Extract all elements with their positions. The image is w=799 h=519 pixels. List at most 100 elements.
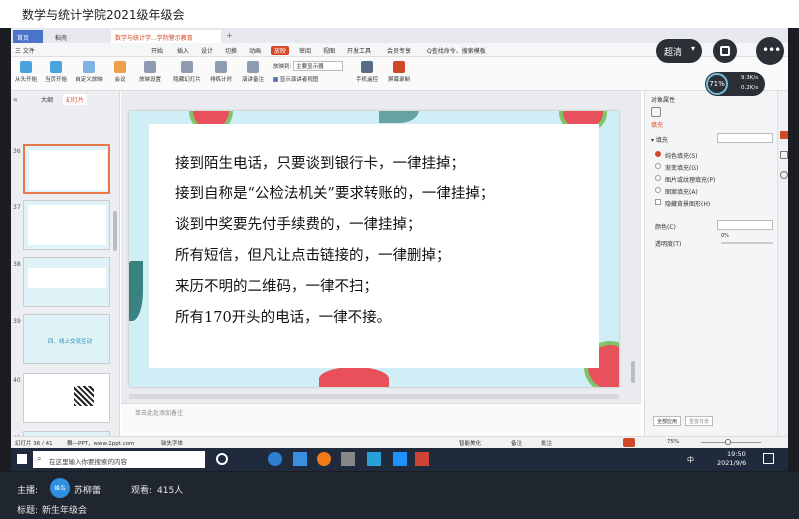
missing-font[interactable]: 缺失字体 [161, 439, 183, 447]
horizontal-scrollbar[interactable] [129, 394, 619, 399]
menu-view[interactable]: 视图 [323, 46, 335, 55]
menu-design[interactable]: 设计 [201, 46, 213, 55]
edge-icon[interactable] [268, 452, 282, 466]
custom-show-button[interactable]: 自定义放映 [73, 61, 105, 83]
fill-dropdown[interactable] [717, 133, 773, 143]
tab-document[interactable]: 数学与统计学...学院警示教育 [111, 30, 221, 43]
slide-thumb-38[interactable] [23, 257, 110, 307]
radio-picture[interactable] [655, 175, 661, 181]
app-icon[interactable] [393, 452, 407, 466]
add-tab-icon[interactable]: + [226, 31, 233, 40]
monitor-select[interactable]: 放映到: 主要显示器 [273, 61, 344, 71]
thumb-number: 38 [13, 261, 21, 268]
hide-slide-button[interactable]: 隐藏幻灯片 [169, 61, 205, 83]
record-icon [393, 61, 405, 73]
tab-home[interactable]: 首页 [13, 30, 43, 43]
rehearse-button[interactable]: 排练计时 [207, 61, 235, 83]
slide-thumb-36[interactable] [23, 144, 110, 194]
menu-insert[interactable]: 插入 [177, 46, 189, 55]
collapse-icon[interactable]: « [13, 95, 18, 104]
comment-button[interactable]: 批注 [541, 439, 552, 447]
monitor-label: 放映到: [273, 64, 292, 70]
ribbon-label: 会议 [114, 77, 126, 83]
transparency-slider[interactable] [721, 242, 773, 244]
speaker-notes-button[interactable]: 演讲备注 [239, 61, 267, 83]
menu-animation[interactable]: 动画 [249, 46, 261, 55]
tab-fill[interactable]: 填充 [651, 120, 663, 129]
host-name: 苏柳蕾 [74, 486, 102, 496]
vertical-scrollbar[interactable] [631, 361, 635, 383]
menu-devtools[interactable]: 开发工具 [347, 46, 371, 55]
clock-time: 19:50 [727, 450, 746, 458]
slide-thumb-37[interactable] [23, 200, 110, 250]
wps-taskbar-icon[interactable] [415, 452, 429, 466]
radio-solid[interactable] [655, 151, 661, 157]
property-icon[interactable] [780, 131, 788, 139]
menu-start[interactable]: 开始 [151, 46, 163, 55]
start-current-button[interactable]: 当页开始 [43, 61, 69, 83]
windows-start-icon[interactable] [17, 454, 27, 464]
slide-thumb-40[interactable] [23, 373, 110, 423]
more-button[interactable]: ••• [756, 37, 784, 65]
leaf-icon [129, 261, 143, 321]
host-avatar[interactable]: 蜂鸟 [50, 478, 70, 498]
menu-slideshow[interactable]: 放映 [271, 46, 290, 55]
show-settings-button[interactable]: 放映设置 [135, 61, 165, 83]
presenter-view-checkbox[interactable]: 显示演讲者视图 [273, 75, 318, 83]
zoom-handle[interactable] [725, 439, 731, 445]
app-icon[interactable] [367, 452, 381, 466]
fill-section[interactable]: ▾ 填充 [651, 135, 668, 144]
quality-button[interactable]: 超清 ▾ [656, 39, 702, 63]
app-icon[interactable] [293, 452, 307, 466]
topic-text: 新生年级会 [42, 506, 88, 516]
option-label: 渐变填充(G) [665, 165, 699, 172]
play-icon [20, 61, 32, 73]
slide-text-box[interactable]: 接到陌生电话，只要谈到银行卡，一律挂掉； 接到自称是“公检法机关”要求转账的，一… [149, 124, 599, 368]
search-box[interactable]: ⌕ 在这里输入你要搜索的内容 [33, 451, 205, 468]
thumb-number: 37 [13, 204, 21, 211]
chevron-down-icon: ▾ [690, 44, 695, 53]
play-slideshow-icon[interactable] [623, 438, 635, 447]
screenshot-button[interactable] [713, 39, 737, 63]
thumb-scrollbar[interactable] [113, 211, 117, 251]
cortana-icon[interactable] [216, 453, 228, 465]
notification-icon[interactable] [763, 453, 774, 464]
menu-review[interactable]: 审阅 [299, 46, 311, 55]
app-icon[interactable] [317, 452, 331, 466]
zoom-slider[interactable] [701, 442, 761, 443]
tab-docer[interactable]: 稻壳 [51, 30, 71, 43]
slide-line: 谈到中奖要先付手续费的，一律挂掉； [175, 217, 422, 233]
radio-pattern[interactable] [655, 187, 661, 193]
help-icon[interactable] [780, 171, 788, 179]
app-icon[interactable] [341, 452, 355, 466]
apply-all-button[interactable]: 全部应用 [653, 416, 681, 426]
tab-slides[interactable]: 幻灯片 [63, 94, 88, 105]
screen-record-button[interactable]: 屏幕录制 [385, 61, 413, 83]
meeting-button[interactable]: 会议 [109, 61, 131, 83]
reset-bg-button[interactable]: 重置背景 [685, 416, 713, 426]
ime-indicator[interactable]: 中 [687, 455, 694, 465]
beautify-button[interactable]: 智能美化 [459, 439, 481, 447]
hide-bg-checkbox[interactable] [655, 199, 661, 205]
notes-button[interactable]: 备注 [511, 439, 522, 447]
color-picker[interactable] [717, 220, 773, 230]
menu-member[interactable]: 会员专享 [387, 46, 411, 55]
ribbon-label: 从头开始 [14, 77, 37, 83]
theme-name: 舞—PPT，www.1ppt.com [67, 441, 135, 447]
zoom-level[interactable]: 75% [667, 439, 679, 445]
phone-remote-button[interactable]: 手机遥控 [353, 61, 381, 83]
radio-gradient[interactable] [655, 163, 661, 169]
menu-file[interactable]: 三 文件 [15, 46, 35, 55]
menu-transition[interactable]: 切换 [225, 46, 237, 55]
net-speed-ring: 71% [706, 73, 728, 95]
search-commands[interactable]: Q查找命令、搜索模板 [427, 46, 486, 55]
style-icon[interactable] [780, 151, 788, 159]
network-widget: 71% 9.3K/s 0.2K/s [705, 72, 765, 96]
fill-bucket-icon[interactable] [651, 107, 661, 117]
notes-pane[interactable]: 单击此处添加备注 [121, 403, 641, 436]
start-from-beginning-button[interactable]: 从头开始 [13, 61, 39, 83]
edit-canvas: 接到陌生电话，只要谈到银行卡，一律挂掉； 接到自称是“公检法机关”要求转账的，一… [121, 91, 641, 436]
tab-outline[interactable]: 大纲 [41, 95, 53, 104]
slide[interactable]: 接到陌生电话，只要谈到银行卡，一律挂掉； 接到自称是“公检法机关”要求转账的，一… [129, 111, 619, 387]
slide-thumb-39[interactable]: 四、线上交流互动 [23, 314, 110, 364]
